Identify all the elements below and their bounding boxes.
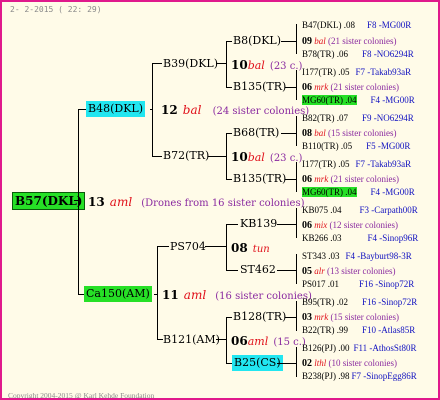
- gen3-queen[interactable]: B135(TR): [233, 81, 286, 93]
- copyright-footer: Copyright 2004-2015 @ Karl Kehde Foundat…: [8, 391, 155, 400]
- gen3-queen[interactable]: B135(TR): [233, 173, 286, 185]
- gen1-queen-bottom[interactable]: Ca150(AM): [84, 286, 152, 302]
- pedigree-frame: 2- 2-2015 ( 22: 29) B57(DKL) B48(DKL) 12…: [0, 0, 440, 400]
- leaf-mid: 05 alr (13 sister colonies): [302, 266, 396, 277]
- leaf-bottom: KB266 .03 F4 -Sinop96R: [302, 233, 419, 243]
- gen1-bottom-info: 11 aml (16 sister colonies): [162, 288, 312, 302]
- leaf-bottom: B78(TR) .06 F8 -NO6294R: [302, 49, 414, 59]
- gen2-join-info: 08 tun: [231, 241, 270, 255]
- leaf-bottom: PS017 .01 F16 -Sinop72R: [302, 279, 415, 289]
- root-bracket: [78, 109, 79, 295]
- leaf-mid: 08 bal (15 sister colonies): [302, 128, 397, 139]
- gen3-queen[interactable]: KB139: [240, 218, 277, 230]
- gen1-top-info: 12 bal (24 sister colonies): [161, 103, 310, 117]
- gen2-queen[interactable]: B121(AM): [163, 334, 220, 346]
- leaf-mid: 06 mix (12 sister colonies): [302, 220, 398, 231]
- leaf-bottom: B238(PJ) .98 F7 -SinopEgg86R: [302, 371, 417, 381]
- leaf-top: B126(PJ) .00 F11 -AthosSt80R: [302, 343, 417, 353]
- leaf-mid: 09 bal (21 sister colonies): [302, 36, 397, 47]
- leaf-top: ST343 .03 F4 -Bayburt98-3R: [302, 251, 412, 261]
- gen2-queen[interactable]: PS704: [170, 241, 206, 253]
- gen2-join-info: 06aml (15 c.): [231, 334, 306, 348]
- leaf-mid: 06 mrk (21 sister colonies): [302, 82, 399, 93]
- leaf-mid: 06 mrk (21 sister colonies): [302, 174, 399, 185]
- root-queen[interactable]: B57(DKL): [12, 192, 86, 210]
- leaf-mid: 03 mrk (15 sister colonies): [302, 312, 399, 323]
- gen2-join-info: 10bal (23 c.): [231, 150, 303, 164]
- gen2-queen[interactable]: B72(TR): [163, 150, 209, 162]
- gen3-queen[interactable]: B128(TR): [233, 311, 286, 323]
- gen2-join-info: 10bal (23 c.): [231, 58, 303, 72]
- leaf-top: I177(TR) .05 F7 -Takab93aR: [302, 67, 412, 77]
- gen3-queen[interactable]: B68(TR): [233, 127, 279, 139]
- leaf-top: I177(TR) .05 F7 -Takab93aR: [302, 159, 412, 169]
- gen3-queen[interactable]: ST462: [240, 264, 276, 276]
- gen3-queen[interactable]: B25(CS): [232, 355, 283, 371]
- leaf-top: B95(TR) .02 F16 -Sinop72R: [302, 297, 418, 307]
- gen2-queen[interactable]: B39(DKL): [163, 58, 218, 70]
- leaf-top: B82(TR) .07 F9 -NO6294R: [302, 113, 414, 123]
- leaf-bottom: MG60(TR) .04 F4 -MG00R: [302, 187, 415, 197]
- leaf-top: KB075 .04 F3 -Carpath00R: [302, 205, 418, 215]
- gen1-drones-info: 13 aml (Drones from 16 sister colonies): [88, 195, 305, 209]
- leaf-bottom: B22(TR) .99 F10 -Atlas85R: [302, 325, 416, 335]
- gen1-queen-top[interactable]: B48(DKL): [86, 101, 146, 117]
- leaf-bottom: MG60(TR) .04 F4 -MG00R: [302, 95, 415, 105]
- leaf-top: B47(DKL) .08 F8 -MG00R: [302, 20, 412, 30]
- gen3-queen[interactable]: B8(DKL): [233, 35, 281, 47]
- leaf-mid: 02 lthl (10 sister colonies): [302, 358, 397, 369]
- timestamp: 2- 2-2015 ( 22: 29): [10, 5, 102, 14]
- leaf-bottom: B110(TR) .05 F5 -MG00R: [302, 141, 411, 151]
